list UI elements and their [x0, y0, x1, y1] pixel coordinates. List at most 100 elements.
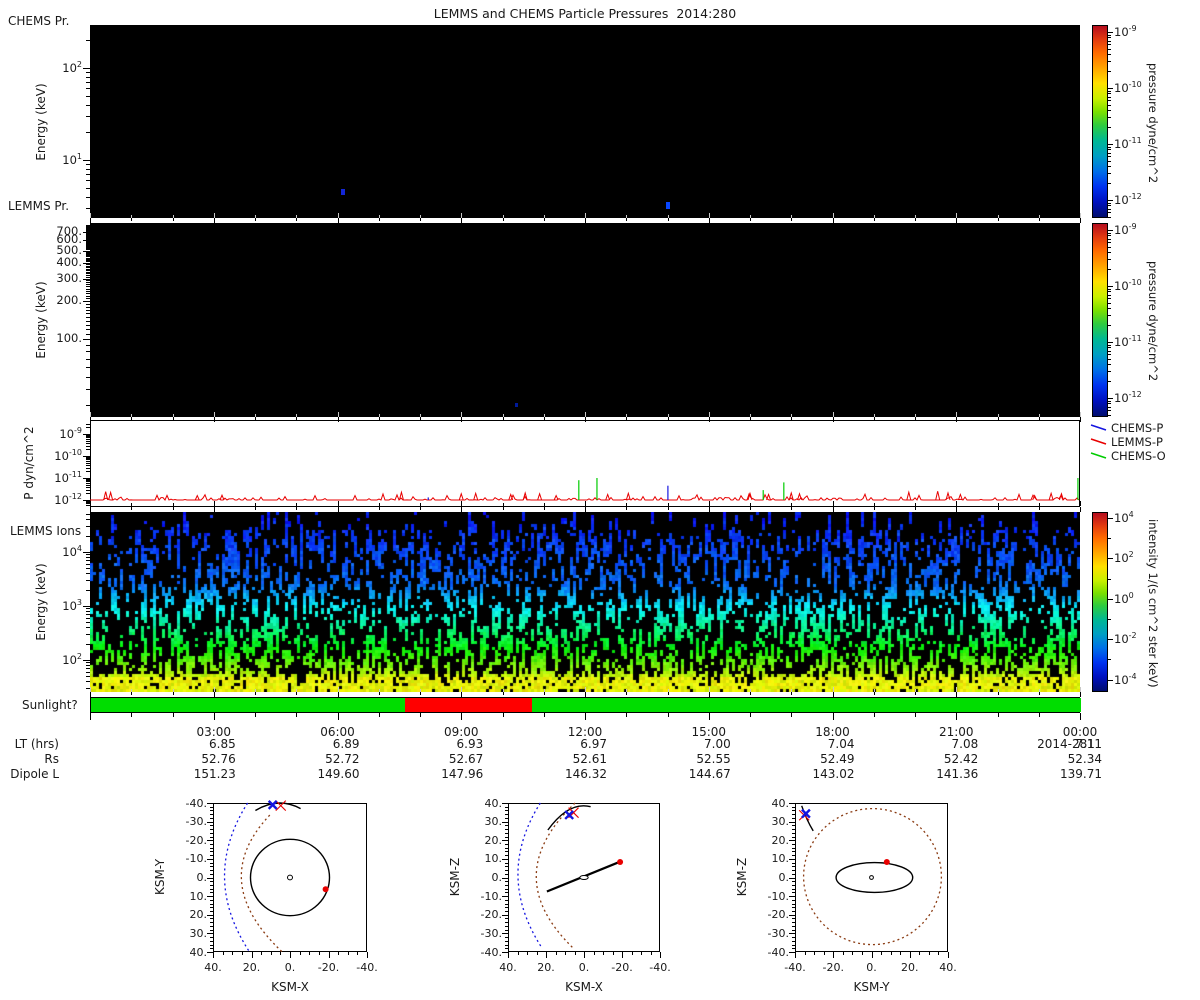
- p4-y-minor-tick: [86, 568, 90, 570]
- orbit-y-tick-label: -40.: [480, 945, 502, 959]
- cb2-tick: [1108, 398, 1113, 399]
- cb2-minor-tick: [1108, 400, 1111, 402]
- orbit-x-tick: [328, 952, 330, 958]
- legend-item: CHEMS-P: [1090, 421, 1195, 435]
- orbit-x-tick-label: 20.: [901, 961, 919, 974]
- p4-ytick: 104: [62, 544, 82, 559]
- cb2-minor-tick: [1108, 269, 1111, 271]
- p4-y-minor-tick: [86, 580, 90, 582]
- ephemeris-value: 7.04: [827, 737, 855, 751]
- orbit-x-tick-label: -20.: [822, 961, 844, 974]
- legend-line-sample: [1090, 452, 1107, 459]
- orbit-x-tick: [650, 952, 652, 955]
- p4-y-minor-tick: [86, 519, 90, 521]
- y-major-tick: [83, 339, 90, 340]
- hour-tick: [667, 692, 669, 695]
- hour-tick: [131, 218, 133, 221]
- orbit-x-tick: [261, 952, 263, 955]
- p4-y-minor-tick: [86, 608, 90, 610]
- cb1-minor-tick: [1108, 93, 1111, 95]
- p4-y-minor-tick: [86, 676, 90, 678]
- orbit-x-tick: [367, 952, 368, 958]
- p2-y-minor-tick: [86, 256, 90, 258]
- cb2-minor-tick: [1108, 242, 1111, 244]
- p4-y-minor-tick: [86, 573, 90, 575]
- hour-tick: [172, 713, 174, 717]
- chems-pressure-spectrogram: [90, 25, 1080, 218]
- titan-orbit: [835, 861, 914, 894]
- cb4-tick-label: 10-2: [1114, 631, 1137, 647]
- p3-ytick: 10-11: [54, 470, 82, 485]
- hour-tick: [585, 692, 586, 697]
- p3-ytick: 10-9: [59, 426, 82, 441]
- cb4-minor-tick: [1108, 659, 1111, 661]
- p2-y-minor-tick: [86, 309, 90, 311]
- ephemeris-row-label: Rs: [44, 752, 59, 766]
- orbit-y-tick-label: 30.: [771, 815, 790, 829]
- p2-y-minor-tick: [86, 367, 90, 369]
- lemms-p-spike: [906, 490, 912, 501]
- p2-y-minor-tick: [86, 280, 90, 282]
- orbit-x-tick: [814, 952, 816, 955]
- p2-data-speck: [515, 403, 519, 408]
- p2-y-minor-tick: [86, 282, 90, 284]
- hour-tick: [791, 218, 793, 221]
- p2-y-minor-tick: [86, 252, 90, 254]
- p2-ytick: 300.: [56, 270, 82, 285]
- hour-tick: [1080, 417, 1081, 422]
- hour-tick: [585, 218, 586, 223]
- pressure-colorbar-1: [1092, 25, 1108, 218]
- y-major-tick: [83, 278, 90, 280]
- hour-tick: [378, 507, 380, 510]
- hour-tick: [461, 507, 463, 512]
- p2-y-minor-tick: [86, 237, 90, 239]
- ephemeris-value: 143.02: [812, 767, 855, 781]
- orbit-y-tick-label: -10.: [767, 889, 789, 903]
- cb1-minor-tick: [1108, 216, 1111, 218]
- cb2-minor-tick: [1108, 347, 1111, 349]
- orbit-x-tick: [928, 952, 930, 955]
- hour-tick: [213, 507, 215, 512]
- orbit-x-tick: [861, 952, 863, 955]
- orbit-y-tick-label: 0.: [778, 871, 790, 884]
- hour-tick: [378, 713, 380, 717]
- p1-y-minor-tick: [86, 132, 90, 134]
- p2-y-minor-tick: [86, 313, 90, 315]
- cb2-tick-label: 10-11: [1114, 334, 1142, 349]
- cb1-minor-tick: [1108, 44, 1111, 46]
- cb2-minor-tick: [1108, 294, 1111, 296]
- hour-tick: [585, 713, 586, 720]
- lemms-p-spike: [1048, 491, 1054, 501]
- orbit-x-tick: [852, 952, 854, 955]
- p2-ytick: 100.: [56, 331, 82, 345]
- cb1-minor-tick: [1108, 183, 1111, 185]
- p1-y-minor-tick: [86, 104, 90, 106]
- orbit-y-tick-label: -30.: [185, 815, 207, 829]
- p1-y-minor-tick: [86, 82, 90, 84]
- p2-y-minor-tick: [86, 247, 90, 249]
- hour-tick: [832, 218, 834, 223]
- hour-tick: [997, 692, 999, 695]
- p1-y-minor-tick: [86, 174, 90, 176]
- cb2-minor-tick: [1108, 325, 1111, 327]
- cb4-tick-label: 10-4: [1114, 671, 1137, 687]
- hour-tick: [461, 218, 463, 223]
- orbit-x-tick: [631, 952, 633, 955]
- hour-tick: [172, 692, 174, 695]
- cb1-tick: [1108, 88, 1113, 89]
- ephemeris-value: 52.42: [943, 752, 979, 766]
- cb1-minor-tick: [1108, 37, 1111, 39]
- hour-tick: [667, 218, 669, 221]
- p4-ytick: 103: [62, 598, 82, 613]
- p1-y-minor-tick: [86, 164, 90, 166]
- saturn: [869, 875, 874, 880]
- cb2-minor-tick: [1108, 308, 1111, 310]
- hour-tick: [543, 692, 545, 695]
- orbit-x-tick: [890, 952, 892, 955]
- p2-ytick: 200.: [56, 292, 82, 307]
- p2-y-minor-tick: [86, 358, 90, 360]
- p2-y-minor-tick: [86, 290, 90, 292]
- hour-tick: [585, 507, 586, 512]
- hour-tick: [750, 713, 751, 717]
- ephemeris-value: 52.55: [696, 752, 731, 766]
